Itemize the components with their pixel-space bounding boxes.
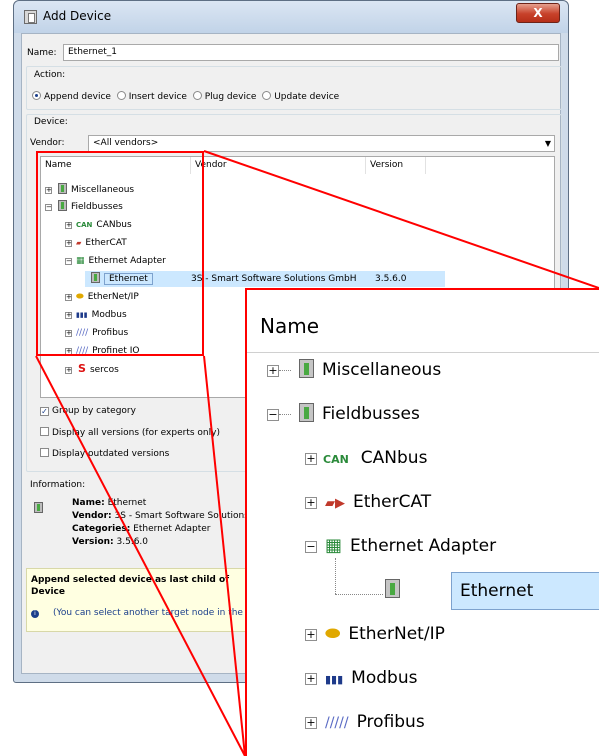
zoom-item-ethernet[interactable] (377, 570, 408, 610)
expand-icon[interactable]: + (267, 365, 279, 377)
zoom-item-ethercat[interactable]: + ▰▶ EtherCAT (305, 482, 431, 522)
profibus-icon: ///// (325, 715, 349, 731)
expand-icon[interactable]: + (305, 497, 317, 509)
tree-connector (335, 558, 336, 594)
canbus-icon: CAN (323, 453, 349, 466)
zoom-item-miscellaneous[interactable]: + Miscellaneous (267, 350, 441, 390)
zoom-label: EtherNet/IP (348, 624, 445, 644)
ethercat-icon: ▰▶ (325, 496, 345, 511)
callout-line-top (203, 150, 599, 289)
callout-line-right (203, 355, 246, 756)
expand-icon[interactable]: + (305, 629, 317, 641)
zoom-label: Ethernet Adapter (350, 536, 497, 556)
zoom-item-fieldbusses[interactable]: − Fieldbusses (267, 394, 420, 434)
ethernet-adapter-icon: ▦ (325, 535, 343, 556)
zoom-item-canbus[interactable]: + CAN CANbus (305, 438, 427, 478)
tree-connector (279, 370, 291, 371)
modbus-icon: ▮▮▮ (325, 673, 344, 686)
zoom-item-modbus[interactable]: + ▮▮▮ Modbus (305, 658, 417, 698)
device-icon (385, 579, 400, 598)
expand-icon[interactable]: + (305, 673, 317, 685)
ethernet-ip-icon: ⬬ (325, 623, 341, 644)
zoom-label: Fieldbusses (322, 404, 420, 424)
zoom-item-ethernet-adapter[interactable]: − ▦ Ethernet Adapter (305, 526, 496, 566)
zoom-label: Miscellaneous (322, 360, 442, 380)
device-icon (299, 403, 314, 422)
tree-connector (279, 414, 291, 415)
zoom-label: Modbus (351, 668, 418, 688)
expand-icon[interactable]: + (305, 453, 317, 465)
zoom-selected-ethernet[interactable]: Ethernet (451, 572, 599, 610)
callout-line-left (35, 355, 246, 756)
zoom-label: EtherCAT (353, 492, 432, 512)
collapse-icon[interactable]: − (305, 541, 317, 553)
tree-connector (335, 594, 383, 595)
zoom-column-name: Name (260, 314, 320, 338)
collapse-icon[interactable]: − (267, 409, 279, 421)
zoom-label: Profibus (356, 712, 425, 732)
device-icon (299, 359, 314, 378)
zoom-item-ethernet-ip[interactable]: + ⬬ EtherNet/IP (305, 614, 445, 654)
zoom-label: CANbus (360, 448, 428, 468)
expand-icon[interactable]: + (305, 717, 317, 729)
zoom-item-profibus[interactable]: + ///// Profibus (305, 702, 425, 742)
zoom-panel: Name + Miscellaneous − Fieldbusses + CAN CAN… (245, 288, 599, 756)
